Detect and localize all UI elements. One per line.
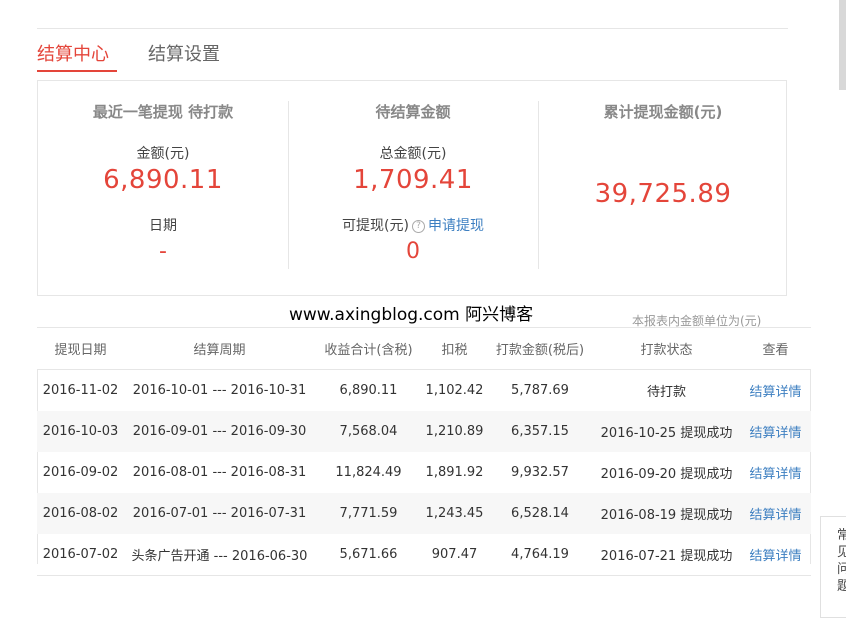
total-amount-label: 总金额(元)	[379, 146, 447, 162]
cell-period: 2016-08-01 --- 2016-08-31	[132, 465, 307, 480]
cell-income: 7,568.04	[315, 411, 422, 452]
col-header-payout: 打款金额(税后)	[487, 327, 593, 370]
active-tab-indicator	[37, 70, 117, 72]
pending-settlement-card: 待结算金额 总金额(元) 1,709.41 可提现(元)? 申请提现 0	[288, 81, 538, 295]
summary-panel: 最近一笔提现 待打款 金额(元) 6,890.11 日期 - 待结算金额 总金额…	[37, 80, 787, 296]
apply-withdrawal-link[interactable]: 申请提现	[428, 218, 484, 234]
cell-tax: 1,891.92	[425, 465, 484, 480]
table-row: 2016-11-02 2016-10-01 --- 2016-10-31 6,890…	[37, 370, 811, 412]
settlement-table: 提现日期 结算周期 收益合计(含税) 扣税 打款金额(税后) 打款状态 查看 2…	[37, 327, 811, 576]
pending-settlement-heading: 待结算金额	[375, 103, 451, 121]
col-header-income: 收益合计(含税)	[315, 327, 422, 370]
tab-settlement-center[interactable]: 结算中心	[37, 40, 109, 66]
cumulative-withdrawal-card: 累计提现金额(元) 39,725.89	[538, 81, 788, 295]
detail-link[interactable]: 结算详情	[740, 411, 811, 452]
recent-withdrawal-card: 最近一笔提现 待打款 金额(元) 6,890.11 日期 -	[38, 81, 288, 295]
cell-status: 2016-07-21 提现成功	[593, 534, 740, 576]
withdrawable-value: 0	[406, 239, 420, 264]
cumulative-withdrawal-heading: 累计提现金额(元)	[603, 103, 723, 121]
col-header-tax: 扣税	[422, 327, 487, 370]
cell-payout: 6,528.14	[487, 493, 593, 534]
cell-payout: 6,357.15	[487, 411, 593, 452]
cell-status: 2016-09-20 提现成功	[600, 467, 733, 482]
col-header-date: 提现日期	[37, 327, 124, 370]
help-icon[interactable]: ?	[411, 219, 425, 233]
detail-link[interactable]: 结算详情	[740, 452, 811, 493]
date-label: 日期	[149, 218, 177, 234]
total-amount-value: 1,709.41	[353, 165, 473, 195]
cell-period: 头条广告开通 --- 2016-06-30	[124, 534, 315, 576]
withdrawable-row: 可提现(元)? 申请提现	[288, 215, 538, 235]
cell-period: 2016-10-01 --- 2016-10-31	[132, 383, 307, 398]
faq-side-panel-label: 常见问题	[837, 528, 846, 594]
recent-amount-value: 6,890.11	[103, 165, 223, 195]
cell-period: 2016-09-01 --- 2016-09-30	[124, 411, 315, 452]
cell-payout: 5,787.69	[511, 383, 569, 398]
table-header-row: 提现日期 结算周期 收益合计(含税) 扣税 打款金额(税后) 打款状态 查看	[37, 327, 811, 370]
cell-payout: 4,764.19	[487, 534, 593, 576]
cumulative-withdrawal-value: 39,725.89	[594, 179, 732, 209]
amount-label: 金额(元)	[136, 146, 190, 162]
cell-income: 5,671.66	[315, 534, 422, 576]
watermark-text: www.axingblog.com 阿兴博客	[289, 305, 534, 325]
cell-period: 2016-07-01 --- 2016-07-31	[124, 493, 315, 534]
col-header-period: 结算周期	[124, 327, 315, 370]
cell-status: 2016-10-25 提现成功	[593, 411, 740, 452]
cell-date: 2016-08-02	[37, 493, 124, 534]
cell-status: 待打款	[646, 385, 686, 400]
table-row: 2016-08-02 2016-07-01 --- 2016-07-31 7,771…	[37, 493, 811, 534]
recent-withdrawal-heading: 最近一笔提现 待打款	[92, 103, 234, 121]
table-row: 2016-10-03 2016-09-01 --- 2016-09-30 7,568…	[37, 411, 811, 452]
col-header-view: 查看	[740, 327, 811, 370]
top-divider	[37, 28, 788, 29]
cell-income: 11,824.49	[335, 465, 402, 480]
cell-date: 2016-07-02	[37, 534, 124, 576]
table-row: 2016-09-02 2016-08-01 --- 2016-08-31 11,82…	[37, 452, 811, 493]
detail-link[interactable]: 结算详情	[740, 370, 811, 412]
cell-date: 2016-09-02	[42, 465, 119, 480]
detail-link[interactable]: 结算详情	[740, 493, 811, 534]
tab-settlement-settings[interactable]: 结算设置	[148, 40, 220, 66]
cell-tax: 1,243.45	[422, 493, 487, 534]
table-row: 2016-07-02 头条广告开通 --- 2016-06-30 5,671.66 9…	[37, 534, 811, 576]
scrollbar[interactable]	[839, 0, 846, 90]
cell-tax: 1,210.89	[422, 411, 487, 452]
cell-tax: 907.47	[422, 534, 487, 576]
cell-income: 6,890.11	[339, 383, 398, 398]
cell-payout: 9,932.57	[511, 465, 569, 480]
detail-link[interactable]: 结算详情	[740, 534, 811, 576]
col-header-status: 打款状态	[593, 327, 740, 370]
cell-date: 2016-10-03	[37, 411, 124, 452]
cell-tax: 1,102.42	[425, 383, 484, 398]
recent-date-value: -	[159, 239, 167, 264]
withdrawable-label: 可提现(元)	[342, 218, 409, 234]
cell-status: 2016-08-19 提现成功	[593, 493, 740, 534]
cell-date: 2016-11-02	[42, 383, 119, 398]
cell-income: 7,771.59	[315, 493, 422, 534]
faq-side-panel[interactable]: 常见问题	[820, 516, 846, 618]
